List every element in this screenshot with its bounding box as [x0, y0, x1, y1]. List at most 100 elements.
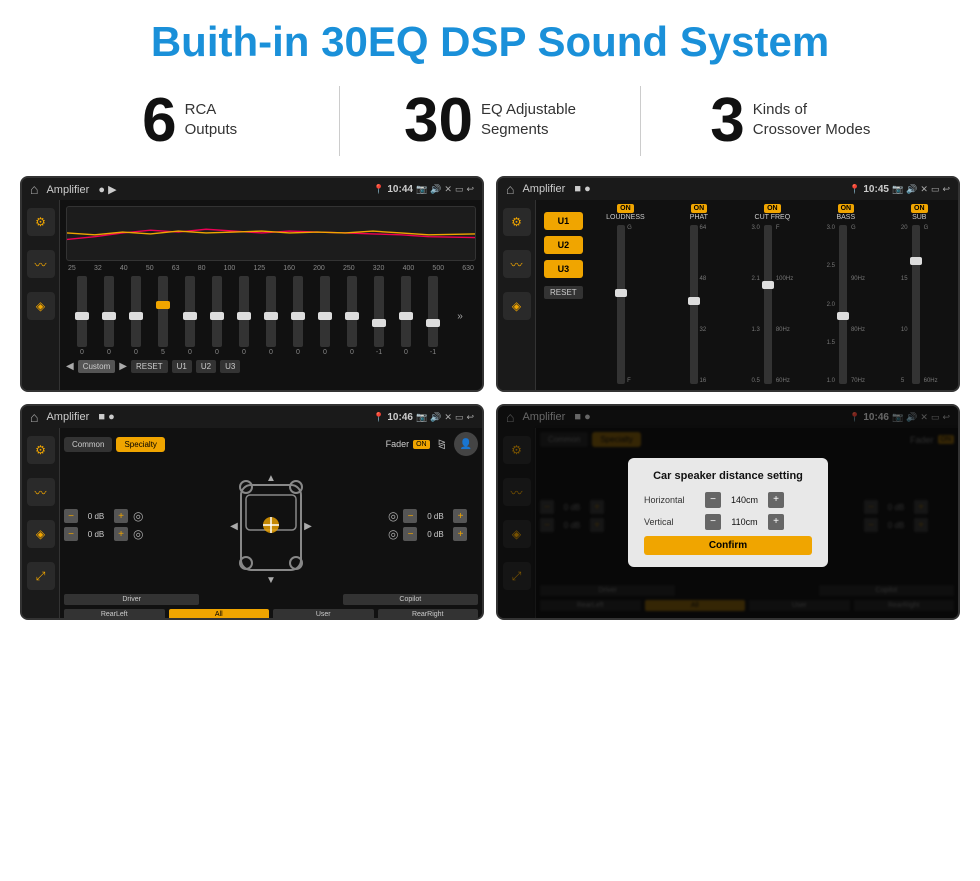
- fader-wave-btn[interactable]: 〰: [27, 478, 55, 506]
- eq-filter-btn[interactable]: ⚙: [27, 208, 55, 236]
- bass-slider[interactable]: [839, 225, 847, 384]
- fader-on-badge[interactable]: ON: [413, 440, 430, 449]
- dialog-horizontal-row: Horizontal − 140cm +: [644, 492, 812, 508]
- eq-sliders: 0 0 0 5 0: [66, 276, 476, 356]
- eq-status-bar: ⌂ Amplifier ● ▶ 📍 10:44 📷 🔊 ✕ ▭ ↩: [22, 178, 482, 200]
- eq-slider-2[interactable]: 0: [97, 276, 121, 356]
- cutfreq-on-badge[interactable]: ON: [764, 204, 781, 213]
- fader-user-btn[interactable]: User: [273, 609, 374, 620]
- fader-tab-common[interactable]: Common: [64, 437, 112, 452]
- eq-volume-icon: 🔊: [430, 184, 441, 195]
- fader-filter-btn[interactable]: ⚙: [27, 436, 55, 464]
- stat-eq: 30 EQ AdjustableSegments: [360, 90, 619, 152]
- eq-slider-3[interactable]: 0: [124, 276, 148, 356]
- fader-copilot-btn[interactable]: Copilot: [343, 594, 478, 605]
- fader-expand-btn[interactable]: ⤢: [27, 562, 55, 590]
- eq-status-icons: 📍 10:44 📷 🔊 ✕ ▭ ↩: [373, 184, 474, 195]
- dialog-vertical-minus[interactable]: −: [705, 514, 721, 530]
- fader-rl-control: − 0 dB + ◎: [64, 527, 154, 541]
- eq-slider-13[interactable]: 0: [394, 276, 418, 356]
- fader-fl-plus[interactable]: +: [114, 509, 128, 523]
- eq-home-icon[interactable]: ⌂: [30, 181, 38, 197]
- eq-reset-btn[interactable]: RESET: [131, 360, 168, 373]
- fader-left-controls: − 0 dB + ◎ − 0 dB + ◎: [64, 460, 154, 590]
- stat-rca: 6 RCAOutputs: [60, 90, 319, 152]
- cutfreq-slider[interactable]: [764, 225, 772, 384]
- fader-driver-btn[interactable]: Driver: [64, 594, 199, 605]
- fader-home-icon[interactable]: ⌂: [30, 409, 38, 425]
- dialog-vertical-plus[interactable]: +: [768, 514, 784, 530]
- svg-text:▼: ▼: [266, 575, 276, 585]
- eq-slider-14[interactable]: -1: [421, 276, 445, 356]
- fader-rl-plus[interactable]: +: [114, 527, 128, 541]
- eq-slider-4[interactable]: 5: [151, 276, 175, 356]
- fader-rr-minus[interactable]: −: [403, 527, 417, 541]
- fader-person-icon[interactable]: 👤: [454, 432, 478, 456]
- eq-slider-10[interactable]: 0: [313, 276, 337, 356]
- crossover-home-icon[interactable]: ⌂: [506, 181, 514, 197]
- fader-rl-minus[interactable]: −: [64, 527, 78, 541]
- fader-rearleft-btn[interactable]: RearLeft: [64, 609, 165, 620]
- eq-graph: [66, 206, 476, 261]
- bass-label: BASS: [836, 214, 855, 221]
- bass-on-badge[interactable]: ON: [838, 204, 855, 213]
- eq-u1-btn[interactable]: U1: [172, 360, 192, 373]
- eq-wave-btn[interactable]: 〰: [27, 250, 55, 278]
- loudness-on-badge[interactable]: ON: [617, 204, 634, 213]
- eq-next-btn[interactable]: ▶: [119, 361, 127, 372]
- fader-fr-plus[interactable]: +: [453, 509, 467, 523]
- u2-button[interactable]: U2: [544, 236, 583, 254]
- eq-slider-1[interactable]: 0: [70, 276, 94, 356]
- sub-on-badge[interactable]: ON: [911, 204, 928, 213]
- loudness-slider[interactable]: [617, 225, 625, 384]
- eq-prev-btn[interactable]: ◀: [66, 361, 74, 372]
- fader-time: 10:46: [387, 412, 413, 423]
- fader-tab-specialty[interactable]: Specialty: [116, 437, 164, 452]
- crossover-location-icon: 📍: [849, 184, 860, 195]
- phat-on-badge[interactable]: ON: [691, 204, 708, 213]
- phat-slider[interactable]: [690, 225, 698, 384]
- fader-rearright-btn[interactable]: RearRight: [378, 609, 479, 620]
- fader-fr-minus[interactable]: −: [403, 509, 417, 523]
- eq-u3-btn[interactable]: U3: [220, 360, 240, 373]
- u1-button[interactable]: U1: [544, 212, 583, 230]
- fader-rr-control: ◎ − 0 dB +: [388, 527, 478, 541]
- fader-volume-btn[interactable]: ◈: [27, 520, 55, 548]
- eq-slider-8[interactable]: 0: [259, 276, 283, 356]
- eq-location-icon: 📍: [373, 184, 384, 195]
- sub-slider[interactable]: [912, 225, 920, 384]
- fader-back-icon[interactable]: ↩: [466, 412, 474, 423]
- fader-fl-value: 0 dB: [81, 512, 111, 521]
- eq-bottom-bar: ◀ Custom ▶ RESET U1 U2 U3: [66, 360, 476, 373]
- eq-custom-btn[interactable]: Custom: [78, 360, 116, 373]
- fader-fl-minus[interactable]: −: [64, 509, 78, 523]
- crossover-reset-btn[interactable]: RESET: [544, 286, 583, 299]
- eq-slider-9[interactable]: 0: [286, 276, 310, 356]
- eq-volume-btn[interactable]: ◈: [27, 292, 55, 320]
- fader-all-btn[interactable]: All: [169, 609, 270, 620]
- crossover-wave-btn[interactable]: 〰: [503, 250, 531, 278]
- eq-slider-7[interactable]: 0: [232, 276, 256, 356]
- dialog-title: Car speaker distance setting: [644, 470, 812, 482]
- eq-back-icon[interactable]: ↩: [466, 184, 474, 195]
- eq-slider-5[interactable]: 0: [178, 276, 202, 356]
- dialog-horizontal-minus[interactable]: −: [705, 492, 721, 508]
- fader-sliders-icon: ⧎: [438, 439, 446, 450]
- crossover-volume-btn[interactable]: ◈: [503, 292, 531, 320]
- car-diagram-svg: ▲ ▼ ◀ ▶: [226, 465, 316, 585]
- crossover-back-icon[interactable]: ↩: [942, 184, 950, 195]
- confirm-button[interactable]: Confirm: [644, 536, 812, 555]
- fader-status-bar: ⌂ Amplifier ■ ● 📍 10:46 📷 🔊 ✕ ▭ ↩: [22, 406, 482, 428]
- dialog-horizontal-plus[interactable]: +: [768, 492, 784, 508]
- fader-fl-control: − 0 dB + ◎: [64, 509, 154, 523]
- eq-u2-btn[interactable]: U2: [196, 360, 216, 373]
- fader-rr-plus[interactable]: +: [453, 527, 467, 541]
- page-header: Buith-in 30EQ DSP Sound System: [0, 0, 980, 76]
- eq-slider-12[interactable]: -1: [367, 276, 391, 356]
- u3-button[interactable]: U3: [544, 260, 583, 278]
- eq-time: 10:44: [387, 184, 413, 195]
- svg-text:◀: ◀: [230, 521, 238, 532]
- crossover-filter-btn[interactable]: ⚙: [503, 208, 531, 236]
- eq-slider-6[interactable]: 0: [205, 276, 229, 356]
- eq-slider-11[interactable]: 0: [340, 276, 364, 356]
